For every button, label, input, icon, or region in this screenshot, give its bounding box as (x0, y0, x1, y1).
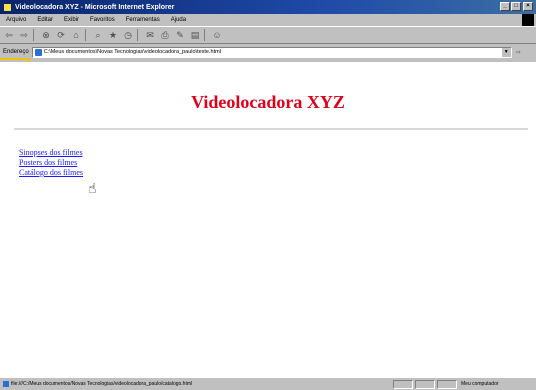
title-bar: Videolocadora XYZ - Microsoft Internet E… (0, 0, 536, 14)
menu-ajuda[interactable]: Ajuda (171, 17, 186, 23)
messenger-icon[interactable]: ☺ (211, 29, 223, 41)
stop-icon[interactable]: ⊗ (40, 29, 52, 41)
maximize-button[interactable]: □ (511, 2, 521, 11)
highlight-mark (0, 58, 30, 60)
window-title: Videolocadora XYZ - Microsoft Internet E… (15, 3, 175, 11)
link-posters[interactable]: Posters dos filmes (19, 158, 83, 168)
back-arrow-icon[interactable]: ⇦ (3, 29, 15, 41)
menu-ferramentas[interactable]: Ferramentas (126, 17, 160, 23)
browser-window: Videolocadora XYZ - Microsoft Internet E… (0, 0, 536, 390)
menu-favoritos[interactable]: Favoritos (90, 17, 115, 23)
windows-logo-icon (522, 14, 534, 26)
search-icon[interactable]: ⌕ (92, 29, 104, 41)
status-text: file:///C:/Meus documentos/Novas Tecnolo… (11, 381, 193, 387)
go-button[interactable]: ⇨ (516, 49, 521, 56)
page-title: Videolocadora XYZ (191, 92, 345, 112)
link-catalogo[interactable]: Catálogo dos filmes (19, 168, 83, 178)
home-icon[interactable]: ⌂ (70, 29, 82, 41)
menu-arquivo[interactable]: Arquivo (6, 17, 26, 23)
toolbar-separator (204, 29, 205, 41)
menu-bar: Arquivo Editar Exibir Favoritos Ferramen… (0, 14, 536, 26)
history-icon[interactable]: ◷ (122, 29, 134, 41)
status-bar: file:///C:/Meus documentos/Novas Tecnolo… (0, 377, 536, 390)
address-url: C:\Meus documentos\Novas Tecnologias\vid… (43, 49, 221, 55)
toolbar-separator (137, 29, 138, 41)
standard-toolbar: ⇦ ⇨ ⊗ ⟳ ⌂ ⌕ ★ ◷ ✉ ⎙ ✎ ▤ ☺ (0, 26, 536, 44)
status-pane (393, 379, 413, 389)
link-list: Sinopses dos filmes Posters dos filmes C… (19, 148, 83, 178)
mail-icon[interactable]: ✉ (144, 29, 156, 41)
forward-arrow-icon[interactable]: ⇨ (18, 29, 30, 41)
zone-label: Meu computador (461, 381, 499, 387)
toolbar-separator (33, 29, 34, 41)
status-pane (437, 379, 457, 389)
edit-icon[interactable]: ✎ (174, 29, 186, 41)
menu-editar[interactable]: Editar (37, 17, 53, 23)
discuss-icon[interactable]: ▤ (189, 29, 201, 41)
address-input[interactable]: C:\Meus documentos\Novas Tecnologias\vid… (31, 46, 512, 58)
print-icon[interactable]: ⎙ (159, 29, 171, 41)
close-button[interactable]: × (523, 2, 533, 11)
ie-icon (3, 2, 12, 12)
refresh-icon[interactable]: ⟳ (55, 29, 67, 41)
minimize-button[interactable]: _ (500, 2, 510, 11)
page-content: Videolocadora XYZ Sinopses dos filmes Po… (0, 62, 536, 377)
favorites-icon[interactable]: ★ (107, 29, 119, 41)
toolbar-separator (85, 29, 86, 41)
link-sinopses[interactable]: Sinopses dos filmes (19, 148, 83, 158)
menu-exibir[interactable]: Exibir (64, 17, 79, 23)
horizontal-rule (14, 128, 528, 131)
address-bar: Endereço C:\Meus documentos\Novas Tecnol… (0, 44, 536, 60)
hand-cursor-icon: ☝ (88, 180, 97, 196)
page-icon (3, 381, 9, 387)
chevron-down-icon[interactable]: ▼ (501, 47, 511, 57)
page-icon (34, 48, 42, 56)
address-label: Endereço (3, 49, 29, 55)
status-pane (415, 379, 435, 389)
